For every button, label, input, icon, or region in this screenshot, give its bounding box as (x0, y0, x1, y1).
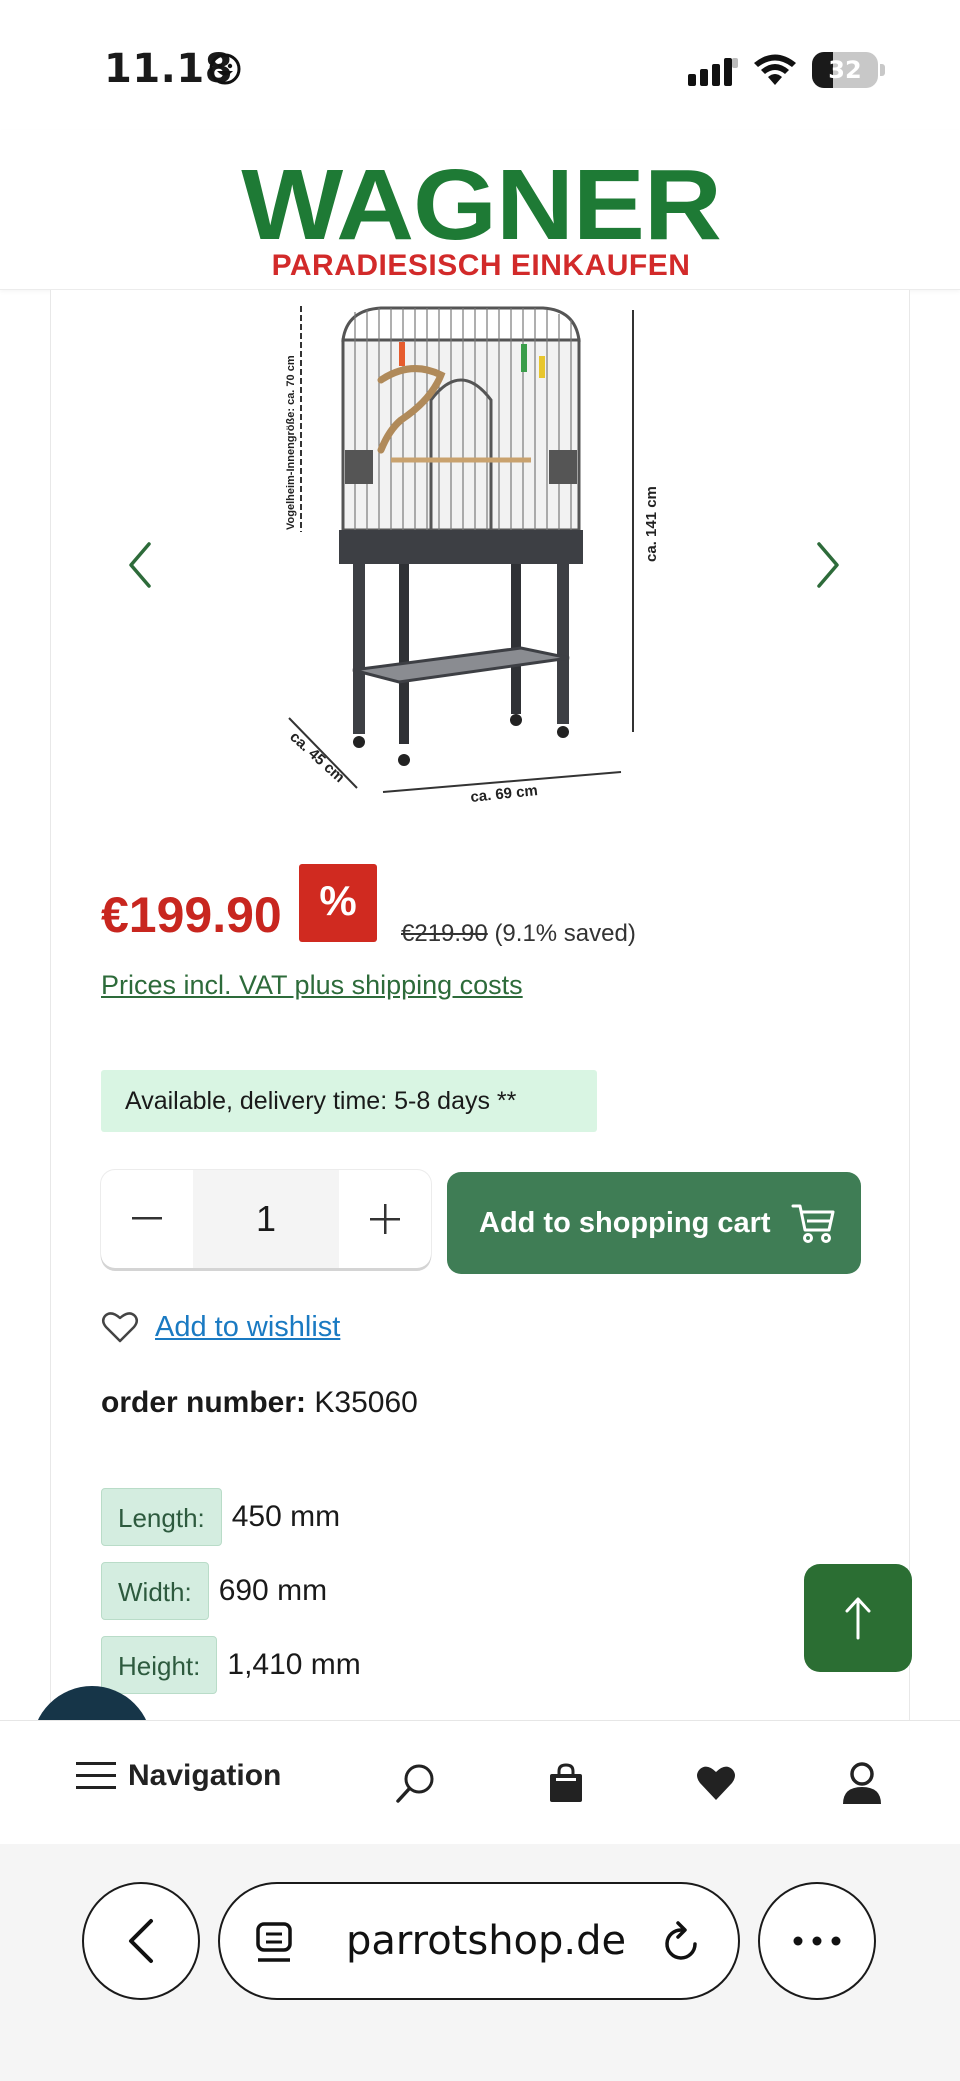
add-to-wishlist-link[interactable]: Add to wishlist (155, 1311, 340, 1344)
quantity-input[interactable]: 1 (193, 1170, 339, 1268)
heart-icon (697, 1766, 735, 1800)
wifi-icon (754, 54, 796, 85)
browser-address-bar[interactable]: parrotshop.de (218, 1882, 740, 2000)
quantity-increase-button[interactable] (339, 1170, 431, 1268)
vat-shipping-link[interactable]: Prices incl. VAT plus shipping costs (101, 970, 523, 1001)
minus-icon (132, 1217, 162, 1220)
chevron-left-icon (129, 542, 151, 588)
wishlist-row: Add to wishlist (101, 1310, 340, 1344)
quantity-decrease-button[interactable] (101, 1170, 193, 1268)
chevron-left-icon (129, 1919, 153, 1963)
scroll-to-top-button[interactable] (804, 1564, 912, 1672)
battery-indicator: 32 (812, 52, 878, 88)
search-icon (396, 1764, 434, 1803)
browser-back-button[interactable] (82, 1882, 200, 2000)
dimension-height-label: ca. 141 cm (643, 486, 660, 562)
order-number-value: K35060 (314, 1386, 418, 1419)
dimension-inner-label: Vogelheim-Innengröße: ca. 70 cm (285, 355, 297, 530)
add-to-cart-label: Add to shopping cart (479, 1206, 771, 1239)
chevron-right-icon (817, 542, 839, 588)
heart-outline-icon (102, 1312, 138, 1343)
search-button[interactable] (386, 1753, 446, 1813)
status-bar: 11.18 32 (0, 0, 960, 130)
cart-button[interactable] (536, 1753, 596, 1813)
spec-row-height: Height: 1,410 mm (101, 1636, 361, 1694)
spec-value: 1,410 mm (227, 1648, 361, 1681)
reload-icon[interactable] (662, 1920, 702, 1964)
old-price: €219.90 (401, 920, 488, 947)
spec-value: 450 mm (231, 1500, 341, 1533)
smiley-icon (209, 53, 241, 85)
product-price: €199.90 (101, 887, 282, 943)
carousel-prev-button[interactable] (115, 530, 165, 600)
old-price-info: €219.90 (9.1% saved) (401, 920, 636, 948)
bag-icon (550, 1763, 582, 1802)
dimension-width-label: ca. 69 cm (470, 782, 539, 806)
saved-percentage: (9.1% saved) (494, 920, 636, 947)
more-icon (793, 1936, 841, 1946)
battery-level: 32 (828, 56, 862, 84)
product-image[interactable]: Vogelheim-Innengröße: ca. 70 cm ca. 141 … (281, 300, 751, 810)
dimension-depth-label: ca. 45 cm (286, 728, 348, 786)
url-text: parrotshop.de (346, 1918, 627, 1964)
tabs-icon (256, 1922, 292, 1962)
plus-icon (370, 1204, 400, 1234)
menu-icon (76, 1762, 116, 1789)
order-number-label: order number: (101, 1386, 307, 1419)
spec-value: 690 mm (218, 1574, 328, 1607)
spec-label: Height: (101, 1636, 218, 1694)
spec-row-length: Length: 450 mm (101, 1488, 340, 1546)
account-button[interactable] (832, 1753, 892, 1813)
spec-row-width: Width: 690 mm (101, 1562, 327, 1620)
navigation-label: Navigation (128, 1759, 282, 1792)
logo-wordmark: WAGNER (241, 149, 722, 261)
wagner-logo[interactable]: WAGNER PARADIESISCH EINKAUFEN (241, 155, 722, 282)
product-detail: Vogelheim-Innengröße: ca. 70 cm ca. 141 … (50, 290, 910, 1720)
quantity-stepper: 1 (101, 1170, 431, 1268)
wishlist-nav-button[interactable] (686, 1753, 746, 1813)
browser-toolbar: parrotshop.de (0, 1844, 960, 2081)
carousel-next-button[interactable] (803, 530, 853, 600)
add-to-cart-button[interactable]: Add to shopping cart (447, 1172, 861, 1274)
shopping-cart-icon (791, 1204, 835, 1243)
navigation-menu-button[interactable]: Navigation (76, 1759, 281, 1793)
spec-label: Length: (101, 1488, 222, 1546)
arrow-up-icon (845, 1597, 871, 1640)
signal-icon (688, 58, 738, 86)
shop-bottom-nav: Navigation (0, 1720, 960, 1844)
user-icon (843, 1762, 881, 1804)
battery-tip (880, 64, 885, 76)
discount-badge: % (299, 864, 377, 942)
availability-badge: Available, delivery time: 5-8 days ** (101, 1070, 597, 1132)
order-number: order number: K35060 (101, 1386, 418, 1420)
browser-more-button[interactable] (758, 1882, 876, 2000)
spec-label: Width: (101, 1562, 209, 1620)
site-header: WAGNER PARADIESISCH EINKAUFEN (0, 130, 960, 290)
